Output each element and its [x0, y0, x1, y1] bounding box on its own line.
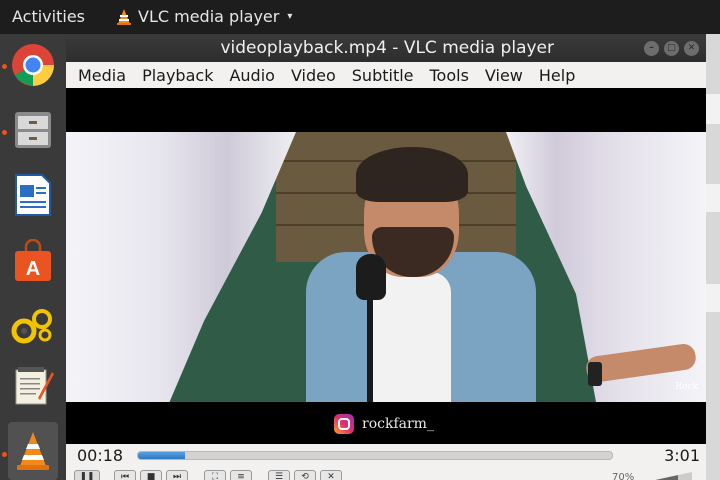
menu-help[interactable]: Help	[539, 66, 575, 85]
app-menu[interactable]: VLC media player ▾	[116, 7, 292, 26]
chevron-down-icon: ▾	[287, 11, 293, 22]
volume-level: 70%	[612, 472, 635, 480]
running-indicator	[2, 452, 7, 457]
fullscreen-button[interactable]: ⛶	[204, 470, 226, 480]
menu-playback[interactable]: Playback	[142, 66, 213, 85]
app-menu-label: VLC media player	[138, 7, 280, 26]
dock-item-settings[interactable]	[8, 300, 58, 350]
dock-item-software[interactable]: A	[8, 236, 58, 286]
loop-button[interactable]: ⟲	[294, 470, 316, 480]
background-window-segment	[706, 94, 720, 124]
menu-view[interactable]: View	[485, 66, 523, 85]
stop-button[interactable]: ■	[140, 470, 162, 480]
menu-bar: Media Playback Audio Video Subtitle Tool…	[66, 62, 706, 88]
shuffle-button[interactable]: ✕	[320, 470, 342, 480]
shopping-bag-icon: A	[15, 239, 51, 281]
dock: A	[0, 34, 66, 480]
instagram-icon	[334, 414, 354, 434]
mic-stand	[367, 292, 373, 402]
previous-button[interactable]: ⏮	[114, 470, 136, 480]
window-title: videoplayback.mp4 - VLC media player	[220, 38, 554, 58]
dock-item-text-editor[interactable]	[8, 360, 58, 410]
top-bar: Activities VLC media player ▾	[0, 0, 720, 34]
dock-item-files[interactable]	[8, 104, 58, 154]
next-button[interactable]: ⏭	[166, 470, 188, 480]
minimize-button[interactable]: –	[644, 41, 659, 56]
control-buttons: ❚❚ ⏮ ■ ⏭ ⛶ ≡ ☰ ⟲ ✕ 70%	[66, 468, 706, 480]
elapsed-time: 00:18	[77, 446, 124, 465]
volume-slider[interactable]	[646, 472, 692, 480]
document-icon	[15, 174, 51, 216]
background-window-segment	[706, 284, 720, 312]
title-bar[interactable]: videoplayback.mp4 - VLC media player – □…	[66, 34, 706, 62]
seek-bar[interactable]	[137, 451, 613, 460]
menu-subtitle[interactable]: Subtitle	[352, 66, 414, 85]
caption-text: rockfarm_	[362, 416, 434, 432]
playlist-button[interactable]: ☰	[268, 470, 290, 480]
video-caption: rockfarm_	[334, 414, 434, 434]
menu-audio[interactable]: Audio	[229, 66, 274, 85]
background-window-segment	[706, 184, 720, 212]
dock-item-writer[interactable]	[8, 170, 58, 220]
running-indicator	[2, 130, 7, 135]
menu-media[interactable]: Media	[78, 66, 126, 85]
curtain-left	[66, 132, 296, 402]
vlc-window: videoplayback.mp4 - VLC media player – □…	[66, 34, 706, 480]
vlc-cone-icon	[17, 432, 49, 470]
svg-text:A: A	[26, 258, 40, 280]
video-area[interactable]: Rock rockfarm_	[66, 88, 706, 444]
file-cabinet-icon	[15, 112, 51, 148]
extended-settings-button[interactable]: ≡	[230, 470, 252, 480]
menu-video[interactable]: Video	[291, 66, 336, 85]
maximize-button[interactable]: □	[664, 41, 679, 56]
chrome-icon	[12, 44, 54, 86]
background-window	[706, 34, 720, 480]
activities-button[interactable]: Activities	[12, 7, 85, 26]
close-button[interactable]: ✕	[684, 41, 699, 56]
dock-item-vlc[interactable]	[8, 422, 58, 480]
microphone-icon	[356, 254, 386, 300]
menu-tools[interactable]: Tools	[430, 66, 469, 85]
gears-icon	[11, 309, 52, 344]
dock-item-chrome[interactable]	[8, 40, 58, 90]
total-time[interactable]: 3:01	[664, 446, 700, 465]
notepad-icon	[15, 367, 54, 405]
channel-watermark: Rock	[675, 382, 698, 392]
singer-hair	[356, 147, 468, 202]
seek-row: 00:18 3:01	[66, 444, 706, 466]
running-indicator	[2, 64, 7, 69]
seek-progress	[138, 452, 186, 459]
video-frame: Rock	[66, 132, 706, 402]
pause-button[interactable]: ❚❚	[74, 470, 100, 480]
wristwatch	[588, 362, 602, 386]
vlc-cone-icon	[117, 8, 131, 25]
